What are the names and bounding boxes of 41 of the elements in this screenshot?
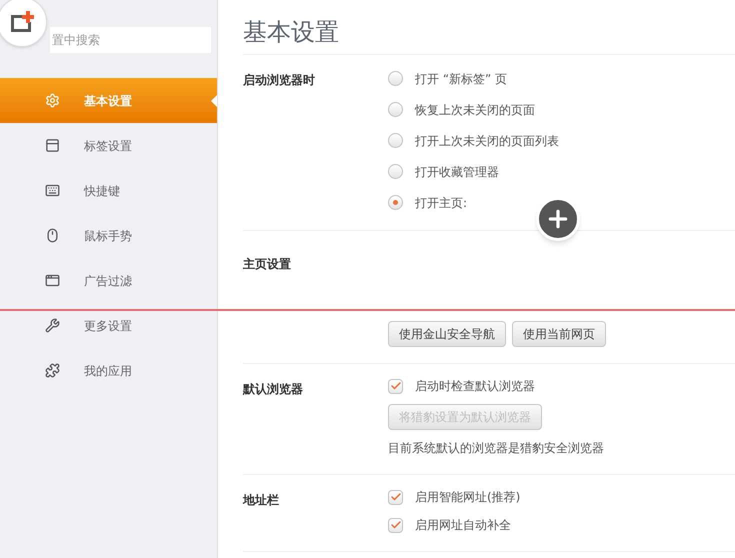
settings-icon <box>45 93 60 108</box>
radio-button[interactable] <box>388 164 403 179</box>
radio-button[interactable] <box>388 102 403 117</box>
window-icon <box>45 273 60 288</box>
option-label: 启用智能网址(推荐) <box>415 489 520 506</box>
search-field[interactable]: 置中搜索 <box>50 27 211 53</box>
sidebar-item[interactable]: 快捷键 <box>0 168 217 213</box>
section-label: 默认浏览器 <box>243 381 304 398</box>
keyboard-icon <box>45 183 60 198</box>
section-label: 主页设置 <box>243 256 292 273</box>
checkbox[interactable] <box>388 518 403 532</box>
tab-icon <box>45 138 60 153</box>
checkbox[interactable] <box>388 378 403 394</box>
wrench-icon <box>45 318 60 333</box>
action-button[interactable]: 使用金山安全导航 <box>388 321 506 347</box>
option-label: 打开上次未关闭的页面列表 <box>415 132 559 150</box>
radio-button[interactable] <box>388 133 403 148</box>
sidebar-item[interactable]: 标签设置 <box>0 123 217 168</box>
section-label: 地址栏 <box>243 492 280 509</box>
add-button[interactable] <box>536 197 580 241</box>
status-text: 目前系统默认的浏览器是猎豹安全浏览器 <box>388 440 604 457</box>
option-label: 启动时检查默认浏览器 <box>415 378 535 395</box>
sidebar-item[interactable]: 广告过滤 <box>0 258 217 303</box>
page-title: 基本设置 <box>243 0 735 55</box>
checkbox[interactable] <box>388 490 403 504</box>
logo-icon <box>9 10 35 34</box>
selection-pointer <box>211 95 217 107</box>
puzzle-icon <box>45 363 60 378</box>
sidebar-item[interactable]: 我的应用 <box>0 348 217 393</box>
sidebar-item[interactable]: 鼠标手势 <box>0 213 217 258</box>
radio-button[interactable] <box>388 195 403 210</box>
action-button[interactable]: 使用当前网页 <box>512 321 606 347</box>
option-label: 打开 “新标签” 页 <box>415 70 508 88</box>
sidebar-item[interactable]: 更多设置 <box>0 303 217 348</box>
radio-button[interactable] <box>388 71 403 86</box>
section-label: 启动浏览器时 <box>243 72 316 89</box>
mouse-icon <box>45 228 60 243</box>
option-label: 打开收藏管理器 <box>415 164 499 180</box>
option-label: 恢复上次未关闭的页面 <box>415 102 535 118</box>
option-label: 启用网址自动补全 <box>415 517 511 534</box>
option-label: 打开主页: <box>415 194 468 212</box>
